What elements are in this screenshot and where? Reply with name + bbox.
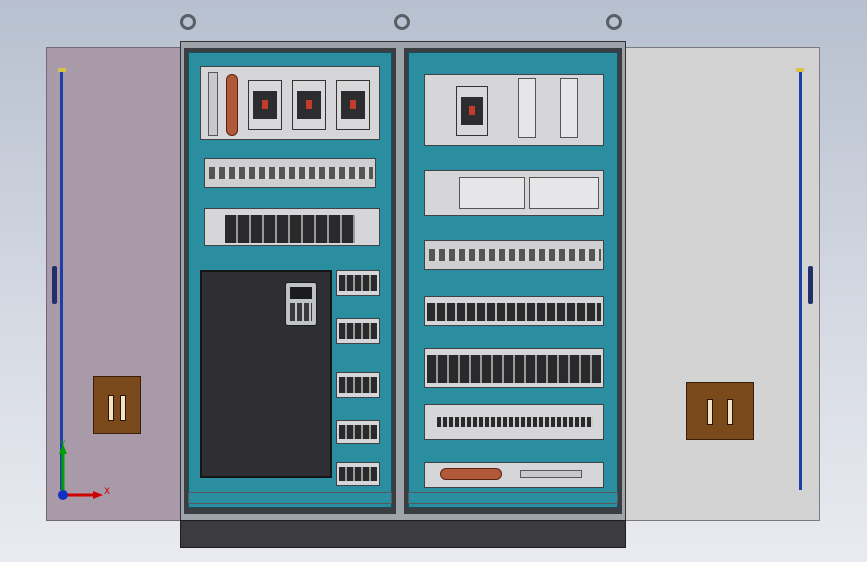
right-door-handle[interactable] (808, 266, 813, 304)
circuit-breaker-1[interactable] (248, 80, 282, 130)
main-circuit-breaker[interactable] (456, 86, 488, 136)
left-door-rod-cap-top (58, 68, 66, 72)
left-door-handle[interactable] (52, 266, 57, 304)
relay-block-1[interactable] (336, 270, 380, 296)
relay-block-4[interactable] (336, 420, 380, 444)
vfd-display (290, 287, 312, 299)
left-door-lock-plate[interactable] (93, 376, 141, 434)
lifting-eyebolt-left (180, 14, 196, 30)
left-bottom-rail (188, 492, 392, 504)
terminal-rail-vertical[interactable] (208, 72, 218, 136)
z-axis-marker (58, 490, 68, 500)
copper-busbar-horizontal[interactable] (440, 468, 502, 480)
lock-slot (707, 399, 713, 425)
lock-slot (108, 395, 114, 421)
power-supply-2[interactable] (560, 78, 578, 138)
right-door-lock-rod (799, 70, 802, 490)
vfd-keypad[interactable] (285, 282, 317, 326)
right-door-panel[interactable] (624, 47, 820, 521)
vfd-buttons[interactable] (290, 303, 312, 321)
right-door-rod-cap-top (796, 68, 804, 72)
relay-block-2[interactable] (336, 318, 380, 344)
circuit-breaker-3[interactable] (336, 80, 370, 130)
cabinet-plinth (180, 520, 626, 548)
lifting-eyebolt-right (606, 14, 622, 30)
y-axis-label: Y (60, 440, 66, 450)
relay-block-3[interactable] (336, 372, 380, 398)
right-bottom-rail (408, 492, 618, 504)
x-axis-arrowhead (93, 491, 103, 499)
terminal-rail-horizontal[interactable] (520, 470, 582, 478)
plc-row[interactable] (424, 170, 604, 216)
circuit-breaker-2[interactable] (292, 80, 326, 130)
relay-row-right[interactable] (424, 348, 604, 388)
power-supply-1[interactable] (518, 78, 536, 138)
copper-busbar-vertical[interactable] (226, 74, 238, 136)
lifting-eyebolt-center (394, 14, 410, 30)
terminal-strip-right[interactable] (424, 404, 604, 440)
relay-block-5[interactable] (336, 462, 380, 486)
plc-module-2[interactable] (529, 177, 599, 209)
fuse-row-right[interactable] (424, 240, 604, 270)
lock-slot (120, 395, 126, 421)
fuse-row-left[interactable] (204, 158, 376, 188)
plc-module-1[interactable] (459, 177, 525, 209)
left-door-lock-rod (60, 70, 63, 490)
coordinate-axis-triad (58, 444, 103, 500)
x-axis-label: X (104, 487, 111, 497)
lock-slot (727, 399, 733, 425)
terminal-row-right[interactable] (424, 296, 604, 326)
right-door-lock-plate[interactable] (686, 382, 754, 440)
relay-row-left[interactable] (204, 208, 380, 246)
